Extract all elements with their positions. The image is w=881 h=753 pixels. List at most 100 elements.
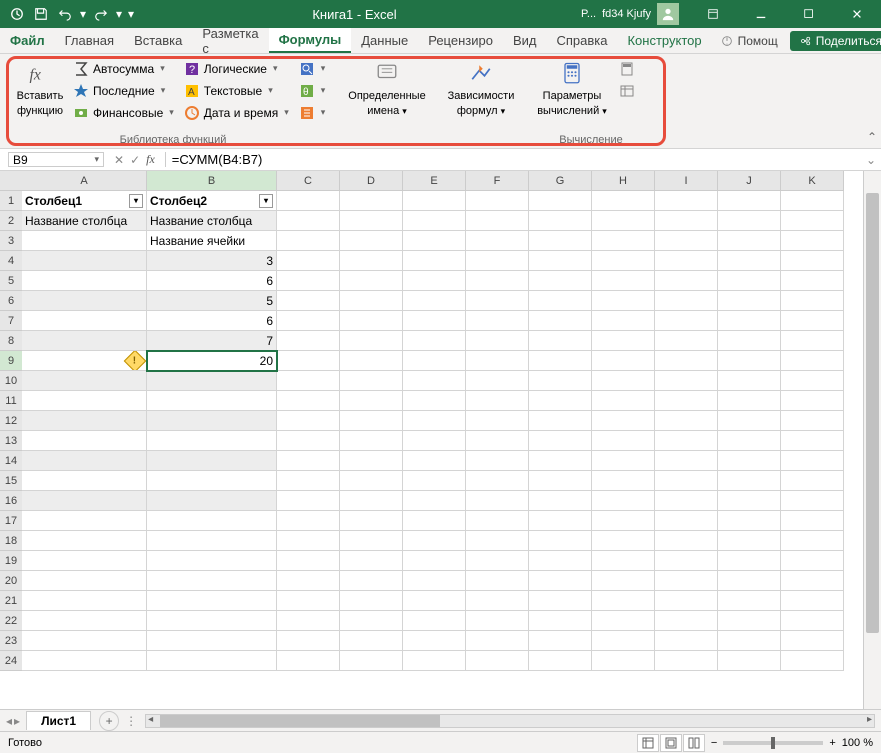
cell-B8[interactable]: 7 bbox=[147, 331, 277, 351]
cell-F24[interactable] bbox=[466, 651, 529, 671]
cell-A11[interactable] bbox=[22, 391, 147, 411]
cell-H10[interactable] bbox=[592, 371, 655, 391]
cell-C2[interactable] bbox=[277, 211, 340, 231]
row-header-8[interactable]: 8 bbox=[0, 331, 22, 351]
cell-C22[interactable] bbox=[277, 611, 340, 631]
cell-B11[interactable] bbox=[147, 391, 277, 411]
cell-F5[interactable] bbox=[466, 271, 529, 291]
cell-F7[interactable] bbox=[466, 311, 529, 331]
text-button[interactable]: AТекстовые▾ bbox=[181, 80, 292, 101]
cell-F3[interactable] bbox=[466, 231, 529, 251]
cell-D12[interactable] bbox=[340, 411, 403, 431]
undo-dropdown-icon[interactable]: ▾ bbox=[78, 7, 88, 21]
cell-H17[interactable] bbox=[592, 511, 655, 531]
cell-J14[interactable] bbox=[718, 451, 781, 471]
cell-J5[interactable] bbox=[718, 271, 781, 291]
cell-E21[interactable] bbox=[403, 591, 466, 611]
cell-J12[interactable] bbox=[718, 411, 781, 431]
cell-I21[interactable] bbox=[655, 591, 718, 611]
cell-E16[interactable] bbox=[403, 491, 466, 511]
cell-B10[interactable] bbox=[147, 371, 277, 391]
cell-J24[interactable] bbox=[718, 651, 781, 671]
cell-E10[interactable] bbox=[403, 371, 466, 391]
cell-E7[interactable] bbox=[403, 311, 466, 331]
cell-A4[interactable] bbox=[22, 251, 147, 271]
cell-I23[interactable] bbox=[655, 631, 718, 651]
cell-F21[interactable] bbox=[466, 591, 529, 611]
cell-F9[interactable] bbox=[466, 351, 529, 371]
math-button[interactable]: θ▾ bbox=[296, 80, 329, 101]
col-header-E[interactable]: E bbox=[403, 171, 466, 191]
cell-K24[interactable] bbox=[781, 651, 844, 671]
close-button[interactable] bbox=[835, 0, 879, 28]
row-header-3[interactable]: 3 bbox=[0, 231, 22, 251]
cell-J16[interactable] bbox=[718, 491, 781, 511]
sheet-prev-icon[interactable]: ◂ bbox=[6, 714, 12, 728]
save-icon[interactable] bbox=[30, 3, 52, 25]
cell-D6[interactable] bbox=[340, 291, 403, 311]
cell-B17[interactable] bbox=[147, 511, 277, 531]
cell-B3[interactable]: Название ячейки bbox=[147, 231, 277, 251]
col-header-D[interactable]: D bbox=[340, 171, 403, 191]
cell-C20[interactable] bbox=[277, 571, 340, 591]
user-area[interactable]: P... fd34 Kjufy bbox=[573, 3, 687, 25]
cell-A18[interactable] bbox=[22, 531, 147, 551]
cell-A10[interactable] bbox=[22, 371, 147, 391]
cell-G18[interactable] bbox=[529, 531, 592, 551]
lookup-button[interactable]: ▾ bbox=[296, 58, 329, 79]
cell-I1[interactable] bbox=[655, 191, 718, 211]
cell-D9[interactable] bbox=[340, 351, 403, 371]
cell-E12[interactable] bbox=[403, 411, 466, 431]
cell-K10[interactable] bbox=[781, 371, 844, 391]
view-pagebreak-button[interactable] bbox=[683, 734, 705, 752]
tab-home[interactable]: Главная bbox=[55, 28, 124, 53]
cell-E11[interactable] bbox=[403, 391, 466, 411]
cell-G4[interactable] bbox=[529, 251, 592, 271]
cell-B14[interactable] bbox=[147, 451, 277, 471]
cell-J22[interactable] bbox=[718, 611, 781, 631]
cell-E17[interactable] bbox=[403, 511, 466, 531]
cell-G19[interactable] bbox=[529, 551, 592, 571]
filter-icon[interactable]: ▾ bbox=[129, 194, 143, 208]
cell-I16[interactable] bbox=[655, 491, 718, 511]
cell-D18[interactable] bbox=[340, 531, 403, 551]
cell-I8[interactable] bbox=[655, 331, 718, 351]
cell-A2[interactable]: Название столбца bbox=[22, 211, 147, 231]
cell-D13[interactable] bbox=[340, 431, 403, 451]
cell-H19[interactable] bbox=[592, 551, 655, 571]
cell-D24[interactable] bbox=[340, 651, 403, 671]
cell-H9[interactable] bbox=[592, 351, 655, 371]
cell-D16[interactable] bbox=[340, 491, 403, 511]
cell-B16[interactable] bbox=[147, 491, 277, 511]
maximize-button[interactable] bbox=[787, 0, 831, 28]
cell-K7[interactable] bbox=[781, 311, 844, 331]
cell-A9[interactable]: ! bbox=[22, 351, 147, 371]
accept-formula-icon[interactable]: ✓ bbox=[130, 153, 140, 167]
cell-K19[interactable] bbox=[781, 551, 844, 571]
cell-C9[interactable] bbox=[277, 351, 340, 371]
cell-D2[interactable] bbox=[340, 211, 403, 231]
cell-A3[interactable] bbox=[22, 231, 147, 251]
defined-names-button[interactable]: Определенные имена ▾ bbox=[344, 58, 430, 119]
cell-C3[interactable] bbox=[277, 231, 340, 251]
col-header-G[interactable]: G bbox=[529, 171, 592, 191]
cell-C15[interactable] bbox=[277, 471, 340, 491]
cell-I14[interactable] bbox=[655, 451, 718, 471]
row-header-18[interactable]: 18 bbox=[0, 531, 22, 551]
cell-F1[interactable] bbox=[466, 191, 529, 211]
cell-F14[interactable] bbox=[466, 451, 529, 471]
cell-E9[interactable] bbox=[403, 351, 466, 371]
logical-button[interactable]: ?Логические▾ bbox=[181, 58, 292, 79]
sheet-tab[interactable]: Лист1 bbox=[26, 711, 91, 730]
autosum-button[interactable]: Автосумма▾ bbox=[70, 58, 177, 79]
cell-B23[interactable] bbox=[147, 631, 277, 651]
cell-J21[interactable] bbox=[718, 591, 781, 611]
cell-C17[interactable] bbox=[277, 511, 340, 531]
col-header-K[interactable]: K bbox=[781, 171, 844, 191]
cell-B20[interactable] bbox=[147, 571, 277, 591]
row-header-22[interactable]: 22 bbox=[0, 611, 22, 631]
cell-I15[interactable] bbox=[655, 471, 718, 491]
cell-A24[interactable] bbox=[22, 651, 147, 671]
cell-F12[interactable] bbox=[466, 411, 529, 431]
calc-sheet-button[interactable] bbox=[616, 80, 638, 101]
